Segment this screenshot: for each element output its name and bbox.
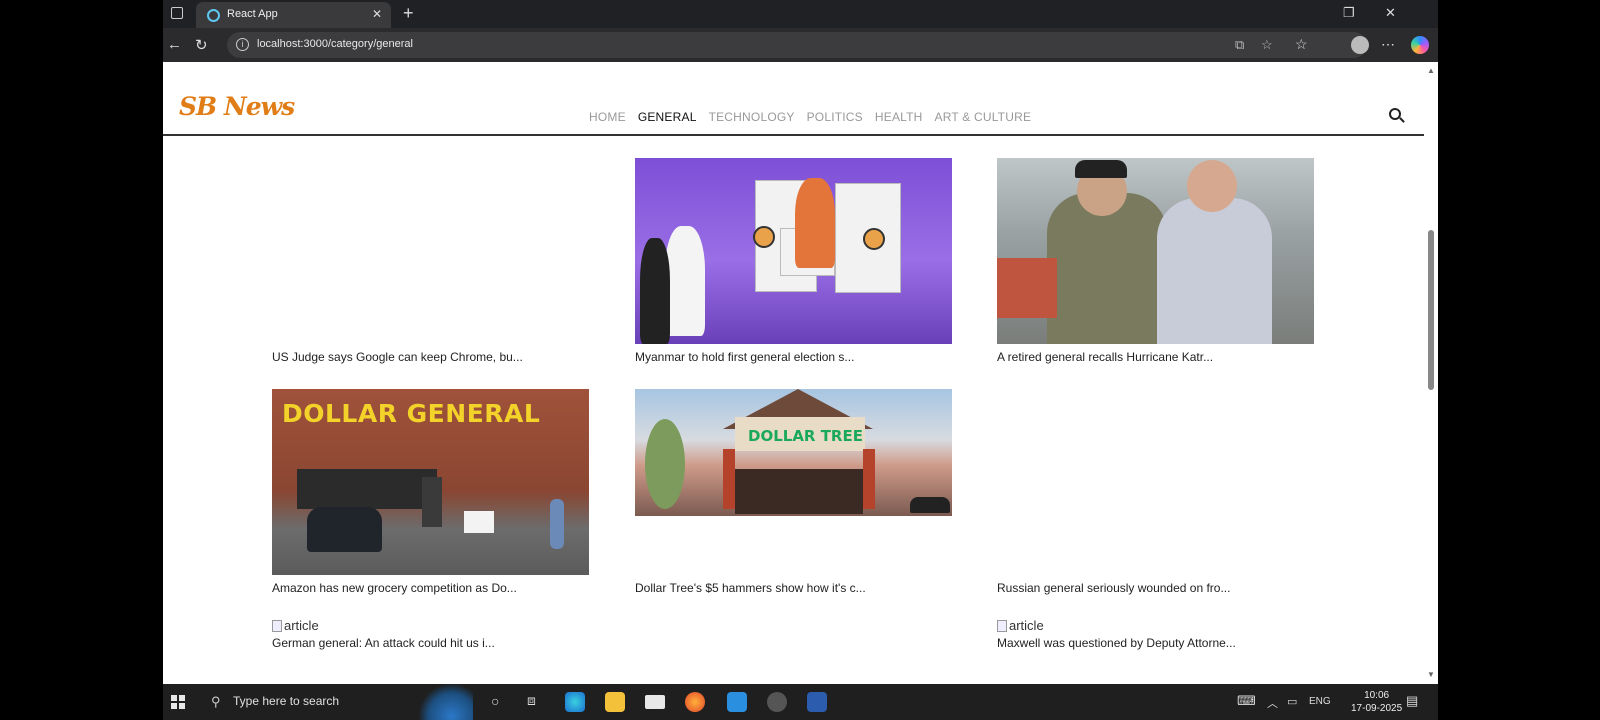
article-image: DOLLAR TREE (635, 389, 952, 575)
generals-photo (997, 158, 1314, 344)
article-title[interactable]: Russian general seriously wounded on fro… (997, 581, 1314, 595)
article-title[interactable]: US Judge says Google can keep Chrome, bu… (272, 350, 589, 364)
close-tab-icon[interactable]: ✕ (372, 7, 382, 21)
page-scrollbar[interactable]: ▲ ▼ (1424, 62, 1438, 684)
article-card[interactable]: article Maxwell was questioned by Deputy… (997, 618, 1314, 650)
vscode-icon[interactable] (727, 692, 747, 712)
profile-avatar[interactable] (1351, 36, 1369, 54)
article-image-empty (272, 158, 589, 344)
nav-general[interactable]: GENERAL (638, 110, 697, 124)
nav-art-culture[interactable]: ART & CULTURE (935, 110, 1032, 124)
close-window-icon[interactable]: ✕ (1385, 5, 1396, 21)
article-title[interactable]: Amazon has new grocery competition as Do… (272, 581, 589, 595)
nav-politics[interactable]: POLITICS (807, 110, 863, 124)
tab-title: React App (227, 8, 278, 20)
browser-toolbar: ← ↻ i localhost:3000/category/general ⧉ … (163, 28, 1438, 62)
article-title[interactable]: Dollar Tree's $5 hammers show how it's c… (635, 581, 952, 595)
notifications-icon[interactable]: ▤ (1406, 693, 1418, 709)
site-logo[interactable]: SB News (179, 92, 295, 121)
scroll-down-icon[interactable]: ▼ (1427, 670, 1435, 679)
restore-window-icon[interactable]: ❐ (1343, 5, 1355, 21)
address-bar[interactable]: i localhost:3000/category/general ⧉ ☆ (227, 32, 1367, 58)
keyboard-icon[interactable]: ⌨ (1237, 693, 1256, 709)
firefox-icon[interactable] (685, 692, 705, 712)
screen: React App ✕ + ❐ ✕ ← ↻ i localhost:3000/c… (0, 0, 1600, 720)
broken-image-icon (997, 619, 1007, 632)
app-available-icon[interactable]: ⧉ (1235, 37, 1244, 53)
edge-icon[interactable] (565, 692, 585, 712)
article-card[interactable]: US Judge says Google can keep Chrome, bu… (272, 158, 589, 364)
article-card[interactable]: article German general: An attack could … (272, 618, 589, 650)
article-title[interactable]: Myanmar to hold first general election s… (635, 350, 952, 364)
language-indicator[interactable]: ENG (1309, 696, 1331, 707)
new-tab-icon[interactable]: + (403, 3, 414, 24)
file-explorer-icon[interactable] (605, 692, 625, 712)
nav-home[interactable]: HOME (589, 110, 626, 124)
article-card[interactable]: A retired general recalls Hurricane Katr… (997, 158, 1314, 364)
article-card[interactable]: Myanmar to hold first general election s… (635, 158, 952, 364)
clock-time: 10:06 (1364, 690, 1390, 701)
article-image-empty (997, 389, 1314, 575)
article-card[interactable]: Russian general seriously wounded on fro… (997, 389, 1314, 595)
site-header: SB News HOME GENERAL TECHNOLOGY POLITICS… (163, 62, 1424, 136)
windows-taskbar: ⚲ Type here to search ○ ⧈ ⌨ ︿ ▭ ENG 10:0… (163, 684, 1438, 720)
site-info-icon[interactable]: i (236, 38, 249, 51)
url-text[interactable]: localhost:3000/category/general (257, 38, 413, 50)
show-hidden-icons-icon[interactable]: ︿ (1267, 695, 1278, 711)
favorite-star-icon[interactable]: ☆ (1261, 37, 1273, 53)
web-page: SB News HOME GENERAL TECHNOLOGY POLITICS… (163, 62, 1424, 684)
word-icon[interactable] (807, 692, 827, 712)
copilot-icon[interactable] (1411, 36, 1429, 54)
article-card[interactable]: DOLLAR GENERAL Amazon has new grocery co… (272, 389, 589, 595)
clock-date: 17-09-2025 (1351, 703, 1403, 714)
article-title[interactable]: A retired general recalls Hurricane Katr… (997, 350, 1314, 364)
dollar-tree-photo: DOLLAR TREE (635, 389, 952, 516)
nav-technology[interactable]: TECHNOLOGY (709, 110, 795, 124)
taskbar-search-icon[interactable]: ⚲ (211, 694, 221, 710)
task-view-icon[interactable]: ⧈ (527, 692, 536, 709)
tab-actions-icon[interactable] (171, 7, 183, 19)
broken-image: article (272, 618, 589, 633)
article-title[interactable]: German general: An attack could hit us i… (272, 636, 589, 650)
battery-icon[interactable]: ▭ (1287, 695, 1297, 708)
main-nav: HOME GENERAL TECHNOLOGY POLITICS HEALTH … (589, 110, 1031, 124)
refresh-icon[interactable]: ↻ (195, 36, 208, 54)
browser-tab[interactable]: React App ✕ (196, 2, 391, 28)
favorites-icon[interactable]: ☆ (1295, 36, 1308, 53)
windows-start-icon[interactable] (171, 695, 185, 709)
react-favicon-icon (207, 9, 220, 22)
more-options-icon[interactable]: ⋯ (1381, 36, 1395, 53)
article-title[interactable]: Maxwell was questioned by Deputy Attorne… (997, 636, 1314, 650)
browser-tab-bar: React App ✕ + ❐ ✕ (163, 0, 1438, 28)
dollar-general-photo: DOLLAR GENERAL (272, 389, 589, 575)
mail-icon[interactable] (645, 695, 665, 709)
search-highlight-image[interactable] (419, 684, 473, 720)
recorder-icon[interactable] (767, 692, 787, 712)
clock[interactable]: 10:06 17-09-2025 (1351, 689, 1402, 715)
back-icon[interactable]: ← (167, 36, 182, 53)
taskbar-search-input[interactable]: Type here to search (233, 694, 339, 708)
scrollbar-thumb[interactable] (1428, 230, 1434, 390)
scroll-up-icon[interactable]: ▲ (1427, 66, 1435, 75)
broken-image-icon (272, 619, 282, 632)
nav-health[interactable]: HEALTH (875, 110, 923, 124)
search-icon[interactable] (1389, 108, 1401, 120)
election-photo (635, 158, 952, 344)
cortana-icon[interactable]: ○ (491, 693, 499, 709)
broken-image: article (997, 618, 1314, 633)
article-card[interactable]: DOLLAR TREE Dollar Tree's $5 hammers sho… (635, 389, 952, 595)
